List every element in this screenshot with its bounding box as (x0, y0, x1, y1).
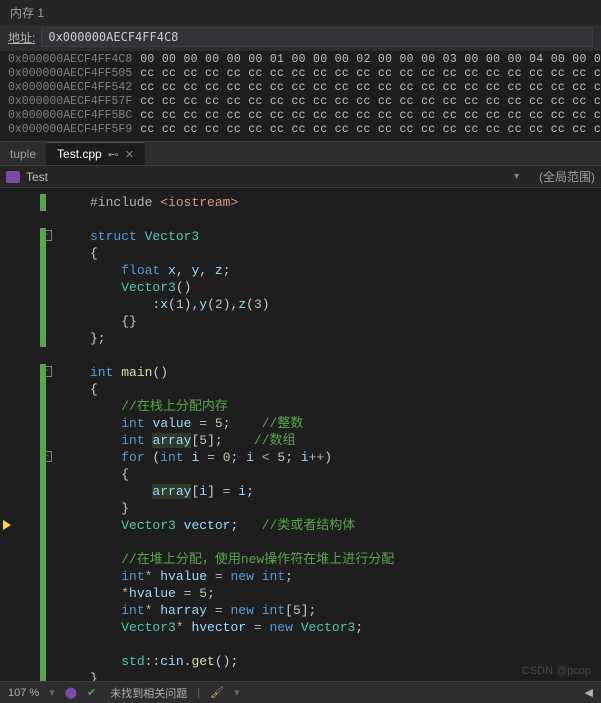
code-editor[interactable]: −−− #include <iostream> struct Vector3{ … (0, 188, 601, 682)
check-icon: ✔ (87, 686, 96, 699)
caret-left-icon[interactable]: ◀ (585, 686, 593, 699)
zoom-level[interactable]: 107 % (8, 687, 39, 699)
tab-tuple[interactable]: tuple (0, 143, 47, 165)
code-area[interactable]: #include <iostream> struct Vector3{ floa… (40, 188, 601, 682)
hex-row: 0x000000AECF4FF5F9cc cc cc cc cc cc cc c… (0, 123, 601, 137)
bug-icon[interactable]: ⬤ (65, 686, 77, 699)
memory-panel: 内存 1 地址: 0x000000AECF4FF4C800 00 00 00 0… (0, 0, 601, 142)
tab-strip: tuple Test.cpp ⊷ ✕ (0, 142, 601, 166)
chevron-down-icon[interactable]: ▾ (234, 686, 240, 699)
memory-hex-dump: 0x000000AECF4FF4C800 00 00 00 00 00 01 0… (0, 51, 601, 141)
hex-row: 0x000000AECF4FF4C800 00 00 00 00 00 01 0… (0, 53, 601, 67)
tab-label: Test.cpp (57, 147, 102, 161)
hex-row: 0x000000AECF4FF542cc cc cc cc cc cc cc c… (0, 81, 601, 95)
scope-bar: Test ▾ (全局范围) (0, 166, 601, 188)
editor-gutter: −−− (0, 188, 40, 682)
brush-icon[interactable]: 🖌 (210, 686, 224, 699)
status-bar: 107 % ▾ ⬤ ✔ 未找到相关问题 | 🖌 ▾ ◀ (0, 681, 601, 703)
close-icon[interactable]: ✕ (125, 148, 134, 161)
hex-row: 0x000000AECF4FF5BCcc cc cc cc cc cc cc c… (0, 109, 601, 123)
scope-right[interactable]: (全局范围) (539, 168, 595, 185)
hex-row: 0x000000AECF4FF57Fcc cc cc cc cc cc cc c… (0, 95, 601, 109)
pin-icon[interactable]: ⊷ (108, 148, 119, 161)
hex-row: 0x000000AECF4FF505cc cc cc cc cc cc cc c… (0, 67, 601, 81)
scope-name[interactable]: Test (26, 170, 514, 184)
tab-test-cpp[interactable]: Test.cpp ⊷ ✕ (47, 142, 145, 165)
watermark: CSDN @pcop (522, 665, 591, 677)
chevron-down-icon[interactable]: ▾ (49, 686, 55, 699)
memory-panel-title: 内存 1 (0, 0, 601, 25)
address-input[interactable] (41, 27, 593, 47)
chevron-down-icon[interactable]: ▾ (514, 171, 519, 182)
address-label: 地址: (8, 29, 35, 46)
memory-address-row: 地址: (0, 25, 601, 51)
execution-pointer-icon[interactable] (2, 518, 16, 532)
issues-text: 未找到相关问题 (110, 685, 187, 701)
project-icon (6, 171, 20, 183)
tab-label: tuple (10, 147, 36, 161)
